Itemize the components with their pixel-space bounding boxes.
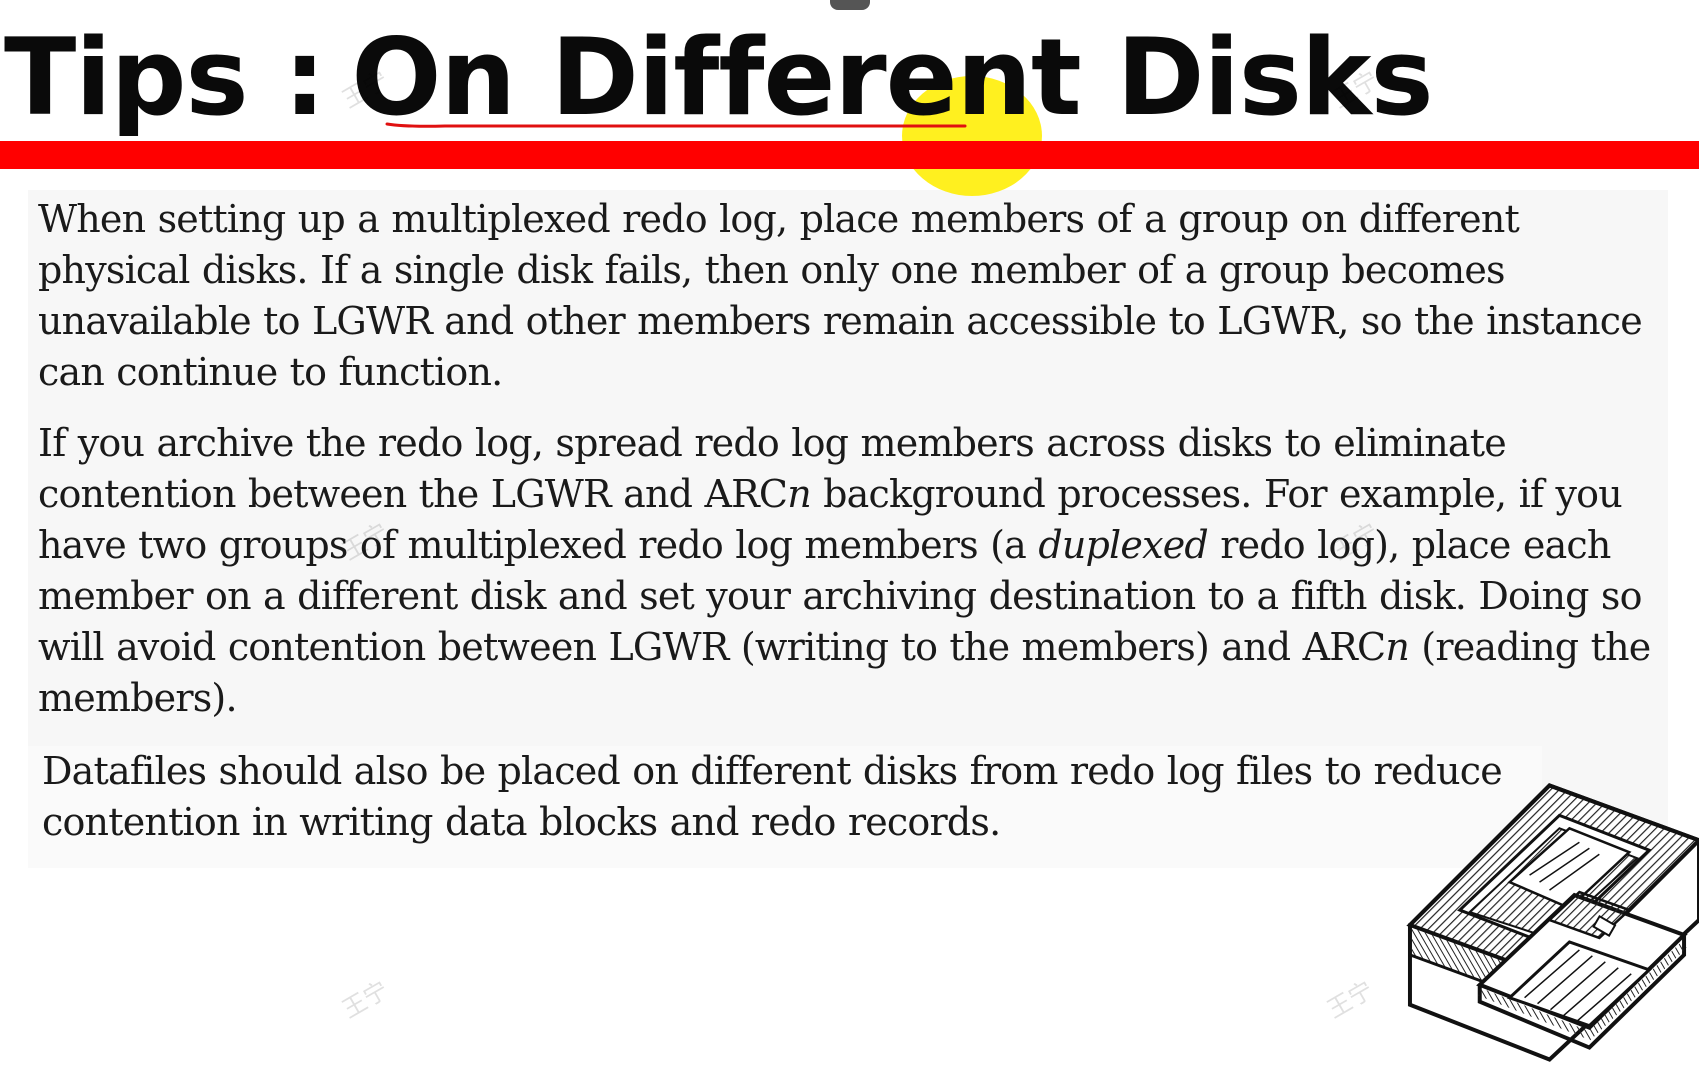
watermark: 王宁 bbox=[337, 975, 394, 1024]
floppy-disks-icon bbox=[1406, 783, 1699, 1062]
title-prefix: Tips : bbox=[4, 16, 326, 139]
slide-body: When setting up a multiplexed redo log, … bbox=[28, 190, 1668, 868]
watermark: 王宁 bbox=[1322, 975, 1379, 1024]
slide: Tips : On Different Disks When setting up… bbox=[0, 0, 1699, 1065]
p2-italic-1: n bbox=[787, 472, 811, 516]
paragraph-multiplexed-redo: When setting up a multiplexed redo log, … bbox=[38, 197, 1643, 394]
paragraph-archive-redo: If you archive the redo log, spread redo… bbox=[28, 418, 1668, 724]
window-notch bbox=[830, 0, 870, 10]
p2-italic-3: n bbox=[1385, 625, 1410, 669]
p2-italic-2: duplexed bbox=[1038, 523, 1208, 567]
title-accent-bar bbox=[0, 141, 1699, 169]
pen-annotation-underline bbox=[385, 122, 967, 128]
paragraph-datafiles: Datafiles should also be placed on diffe… bbox=[28, 746, 1542, 868]
